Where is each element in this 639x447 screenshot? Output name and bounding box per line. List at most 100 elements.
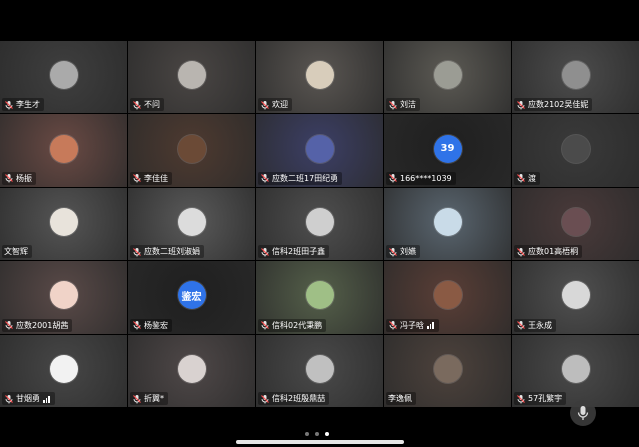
participant-avatar [433,354,462,383]
participant-name: 57孔繁宇 [528,394,563,403]
participant-tile[interactable]: 渡 [512,114,639,187]
participant-label: 166****1039 [386,171,456,185]
participant-tile[interactable]: 甘烟勇 [0,334,127,407]
participant-tile[interactable]: 应数二班刘淑娟 [128,187,255,261]
muted-mic-icon [261,394,269,403]
participant-name: 应数二班17田纪勇 [272,173,339,183]
muted-mic-icon [261,247,269,257]
participant-label: 信科2班田子鑫 [258,245,330,259]
muted-mic-icon [133,174,141,183]
participant-label: 杨振 [2,171,36,185]
muted-mic-icon [133,247,141,257]
participant-avatar [561,281,590,310]
participant-name: 折翼* [144,394,164,403]
participant-name: 冯子晗 [400,320,424,330]
muted-mic-icon [5,394,13,403]
participant-name: 166****1039 [400,173,452,183]
page-dot[interactable] [315,432,319,436]
microphone-button[interactable] [570,400,596,426]
participant-label: 应数01高梧桐 [514,245,583,259]
participant-label: 冯子晗 [386,318,439,332]
participant-tile[interactable]: 不问 [128,41,255,114]
home-indicator[interactable] [236,440,404,444]
participant-avatar [305,281,334,310]
participant-tile[interactable]: 折翼* [128,334,255,407]
participant-avatar [177,134,206,163]
muted-mic-icon [389,100,397,110]
participant-avatar [561,61,590,90]
participant-tile[interactable]: 刘洁 [384,41,511,114]
participant-avatar [305,207,334,236]
participant-name: 信科2班殷鼎喆 [272,394,326,403]
participant-tile[interactable]: 应数01高梧桐 [512,187,639,261]
participant-tile[interactable]: 文智辉 [0,187,127,261]
participant-label: 杨鉴宏 [130,318,172,332]
participant-label: 不问 [130,98,164,112]
participant-tile[interactable]: 刘嬿 [384,187,511,261]
participant-label: 57孔繁宇 [514,392,567,405]
participant-tile[interactable]: 鉴宏 杨鉴宏 [128,261,255,334]
participant-name: 杨振 [16,173,32,183]
muted-mic-icon [517,394,525,403]
participant-avatar: 鉴宏 [177,281,206,310]
muted-mic-icon [517,100,525,110]
participant-label: 刘洁 [386,98,420,112]
participant-tile[interactable]: 李生才 [0,41,127,114]
participant-avatar [561,207,590,236]
muted-mic-icon [133,394,141,403]
participant-avatar [49,281,78,310]
muted-mic-icon [389,247,397,257]
participant-label: 折翼* [130,392,168,405]
participant-name: 欢迎 [272,100,288,110]
participant-name: 应数2001胡茜 [16,320,69,330]
participant-name: 文智辉 [4,247,28,257]
participant-avatar [177,61,206,90]
participant-avatar [305,134,334,163]
participant-tile[interactable]: 信科02代秉鹏 [256,261,383,334]
muted-mic-icon [389,321,397,330]
participant-label: 渡 [514,171,540,185]
muted-mic-icon [261,321,269,330]
muted-mic-icon [133,321,141,330]
participant-label: 甘烟勇 [2,392,55,405]
participant-avatar [561,354,590,383]
participant-avatar [177,354,206,383]
participant-label: 李生才 [2,98,44,112]
participant-tile[interactable]: 李佳佳 [128,114,255,187]
page-dot[interactable] [325,432,329,436]
participant-tile[interactable]: 应数2001胡茜 [0,261,127,334]
page-indicator[interactable] [305,432,329,436]
participant-tile[interactable]: 冯子晗 [384,261,511,334]
participant-label: 文智辉 [2,245,32,259]
participant-tile[interactable]: 应数二班17田纪勇 [256,114,383,187]
participant-avatar [49,61,78,90]
muted-mic-icon [261,174,269,183]
participant-tile[interactable]: 应数2102吴佳妮 [512,41,639,114]
participant-name: 应数二班刘淑娟 [144,247,200,257]
participant-tile[interactable]: 杨振 [0,114,127,187]
avatar-initials: 鉴宏 [181,291,202,303]
top-bar [0,0,639,41]
page-dot[interactable] [305,432,309,436]
participant-tile[interactable]: 39 166****1039 [384,114,511,187]
participant-label: 应数二班刘淑娟 [130,245,204,259]
participant-name: 甘烟勇 [16,394,40,403]
participant-tile[interactable]: 信科2班田子鑫 [256,187,383,261]
participant-tile[interactable]: 57孔繁宇 [512,334,639,407]
avatar-initials: 39 [440,143,455,155]
participant-avatar [433,207,462,236]
participant-name: 李佳佳 [144,173,168,183]
participant-label: 信科02代秉鹏 [258,318,327,332]
participant-label: 欢迎 [258,98,292,112]
muted-mic-icon [389,174,397,183]
participant-avatar [177,207,206,236]
participant-tile[interactable]: 王永成 [512,261,639,334]
participant-label: 王永成 [514,318,556,332]
participant-tile[interactable]: 李逸佩 [384,334,511,407]
participant-name: 李生才 [16,100,40,110]
participant-name: 应数2102吴佳妮 [528,100,589,110]
participant-label: 应数2102吴佳妮 [514,98,593,112]
participant-tile[interactable]: 欢迎 [256,41,383,114]
participant-avatar [305,354,334,383]
participant-tile[interactable]: 信科2班殷鼎喆 [256,334,383,407]
